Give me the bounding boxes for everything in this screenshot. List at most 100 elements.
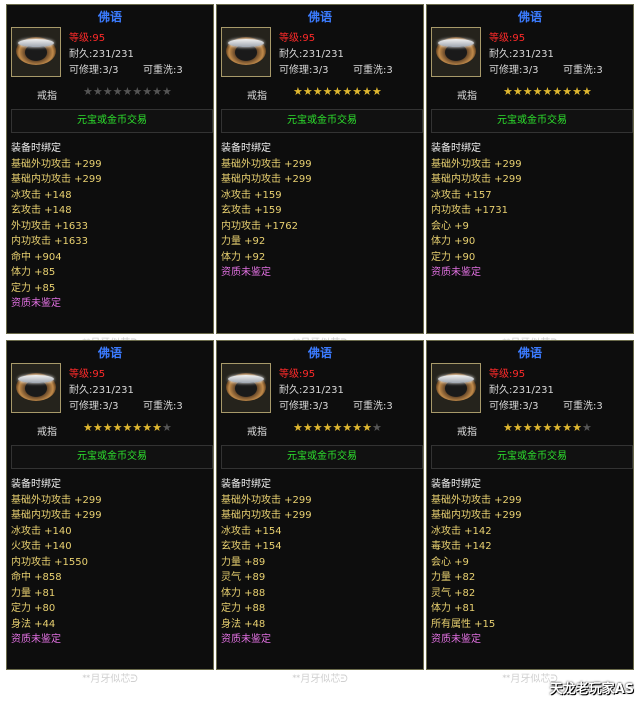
ring-icon[interactable] xyxy=(431,363,481,413)
ring-icon[interactable] xyxy=(221,27,271,77)
quality-text: 资质未鉴定 xyxy=(11,298,61,309)
attribute-line: 内功攻击 +1762 xyxy=(221,220,299,232)
star-icon: ★ xyxy=(572,85,582,98)
star-icon: ★ xyxy=(362,85,372,98)
star-icon: ★ xyxy=(122,85,133,98)
attribute-line: 会心 +9 xyxy=(431,556,469,568)
star-icon: ★ xyxy=(302,85,313,98)
attribute-line: 基础内功攻击 +299 xyxy=(221,510,312,521)
level-text: 等级:95 xyxy=(279,33,316,44)
ring-icon[interactable] xyxy=(221,363,271,413)
star-icon: ★ xyxy=(342,85,353,98)
attribute-list: 装备时绑定 基础外功攻击 +299 基础内功攻击 +299 冰攻击 +157 内功攻击 … xyxy=(431,141,631,281)
durability-text: 耐久:231/231 xyxy=(489,49,554,60)
star-icon: ★ xyxy=(562,421,573,434)
attribute-line: 冰攻击 +142 xyxy=(431,525,492,537)
star-icon: ★ xyxy=(312,421,323,434)
attribute-line: 基础外功攻击 +299 xyxy=(431,494,522,506)
item-type-row: 戒指 ★★★★★★★★★ xyxy=(431,421,631,439)
footer-text: 月牙似芯 xyxy=(90,674,131,685)
attribute-line: 基础内功攻击 +299 xyxy=(431,174,522,185)
rewash-text: 可重洗:3 xyxy=(353,401,393,412)
attribute-line: 基础内功攻击 +299 xyxy=(11,510,102,521)
bind-text: 装备时绑定 xyxy=(221,143,271,154)
durability-text: 耐久:231/231 xyxy=(489,385,554,396)
item-footer: ᕯ月牙似芯ᕭ xyxy=(217,670,423,685)
attribute-line: 内功攻击 +1731 xyxy=(431,205,509,216)
star-icon: ★ xyxy=(372,421,382,434)
attribute-line: 体力 +85 xyxy=(11,267,56,278)
star-icon: ★ xyxy=(102,421,113,434)
star-icon: ★ xyxy=(132,85,143,98)
star-icon: ★ xyxy=(572,421,582,434)
item-card: 佛语 等级:95 耐久:231/231 可修理:3/3 可重洗:3 戒指 ★★★★★★★★★… xyxy=(6,4,214,349)
star-icon: ★ xyxy=(293,421,303,434)
star-icon: ★ xyxy=(342,421,353,434)
bind-text: 装备时绑定 xyxy=(431,479,481,490)
attribute-line: 力量 +81 xyxy=(11,587,56,599)
item-card: 佛语 等级:95 耐久:231/231 可修理:3/3 可重洗:3 戒指 ★★★★★★★★★… xyxy=(6,340,214,685)
attribute-line: 玄攻击 +148 xyxy=(11,205,72,216)
durability-text: 耐久:231/231 xyxy=(69,49,134,60)
quality-text: 资质未鉴定 xyxy=(221,267,271,278)
star-rating: ★★★★★★★★★ xyxy=(503,85,592,98)
trade-label: 元宝或金币交易 xyxy=(431,109,633,133)
attribute-line: 力量 +89 xyxy=(221,556,266,568)
durability-text: 耐久:231/231 xyxy=(279,385,344,396)
level-text: 等级:95 xyxy=(69,369,106,380)
attribute-line: 所有属性 +15 xyxy=(431,618,496,630)
trade-label: 元宝或金币交易 xyxy=(11,109,213,133)
attribute-list: 装备时绑定 基础外功攻击 +299 基础内功攻击 +299 冰攻击 +140 火攻击 +… xyxy=(11,477,211,648)
attribute-line: 身法 +44 xyxy=(11,618,56,630)
rewash-text: 可重洗:3 xyxy=(563,65,603,76)
star-icon: ★ xyxy=(512,421,523,434)
ring-icon[interactable] xyxy=(11,27,61,77)
star-icon: ★ xyxy=(503,85,513,98)
star-icon: ★ xyxy=(562,85,573,98)
level-text: 等级:95 xyxy=(489,33,526,44)
attribute-line: 冰攻击 +157 xyxy=(431,189,492,201)
attribute-line: 火攻击 +140 xyxy=(11,541,72,552)
attribute-line: 体力 +90 xyxy=(431,236,476,247)
attribute-line: 灵气 +89 xyxy=(221,572,266,583)
watermark: 天龙老玩家AS xyxy=(549,682,634,697)
attribute-line: 基础外功攻击 +299 xyxy=(431,158,522,170)
level-text: 等级:95 xyxy=(69,33,106,44)
item-footer: ᕯ月牙似芯ᕭ xyxy=(7,670,213,685)
attribute-line: 定力 +88 xyxy=(221,603,266,614)
attribute-line: 力量 +92 xyxy=(221,236,266,247)
ring-icon[interactable] xyxy=(11,363,61,413)
repair-text: 可修理:3/3 xyxy=(489,65,539,76)
ring-icon[interactable] xyxy=(431,27,481,77)
star-icon: ★ xyxy=(122,421,133,434)
trade-label: 元宝或金币交易 xyxy=(11,445,213,469)
attribute-line: 冰攻击 +140 xyxy=(11,525,72,537)
attribute-line: 基础外功攻击 +299 xyxy=(11,158,102,170)
quality-text: 资质未鉴定 xyxy=(221,634,271,645)
attribute-line: 力量 +82 xyxy=(431,572,476,583)
bind-text: 装备时绑定 xyxy=(11,143,61,154)
attribute-list: 装备时绑定 基础外功攻击 +299 基础内功攻击 +299 冰攻击 +148 玄攻击 +… xyxy=(11,141,211,312)
star-icon: ★ xyxy=(542,421,553,434)
attribute-line: 基础外功攻击 +299 xyxy=(11,494,102,506)
star-icon: ★ xyxy=(582,85,592,98)
attribute-line: 基础内功攻击 +299 xyxy=(431,510,522,521)
star-icon: ★ xyxy=(352,85,363,98)
footer-text: 月牙似芯 xyxy=(510,674,551,685)
attribute-line: 身法 +48 xyxy=(221,618,266,630)
durability-text: 耐久:231/231 xyxy=(69,385,134,396)
repair-text: 可修理:3/3 xyxy=(69,401,119,412)
rewash-text: 可重洗:3 xyxy=(563,401,603,412)
star-icon: ★ xyxy=(162,85,172,98)
attribute-line: 命中 +904 xyxy=(11,251,62,263)
footer-right-ornament: ᕭ xyxy=(130,674,138,685)
quality-text: 资质未鉴定 xyxy=(431,634,481,645)
star-icon: ★ xyxy=(102,85,113,98)
attribute-line: 定力 +90 xyxy=(431,251,476,263)
star-rating: ★★★★★★★★★ xyxy=(83,85,172,98)
star-icon: ★ xyxy=(92,421,103,434)
star-icon: ★ xyxy=(152,421,162,434)
star-icon: ★ xyxy=(332,85,343,98)
star-icon: ★ xyxy=(352,421,363,434)
star-icon: ★ xyxy=(312,85,323,98)
